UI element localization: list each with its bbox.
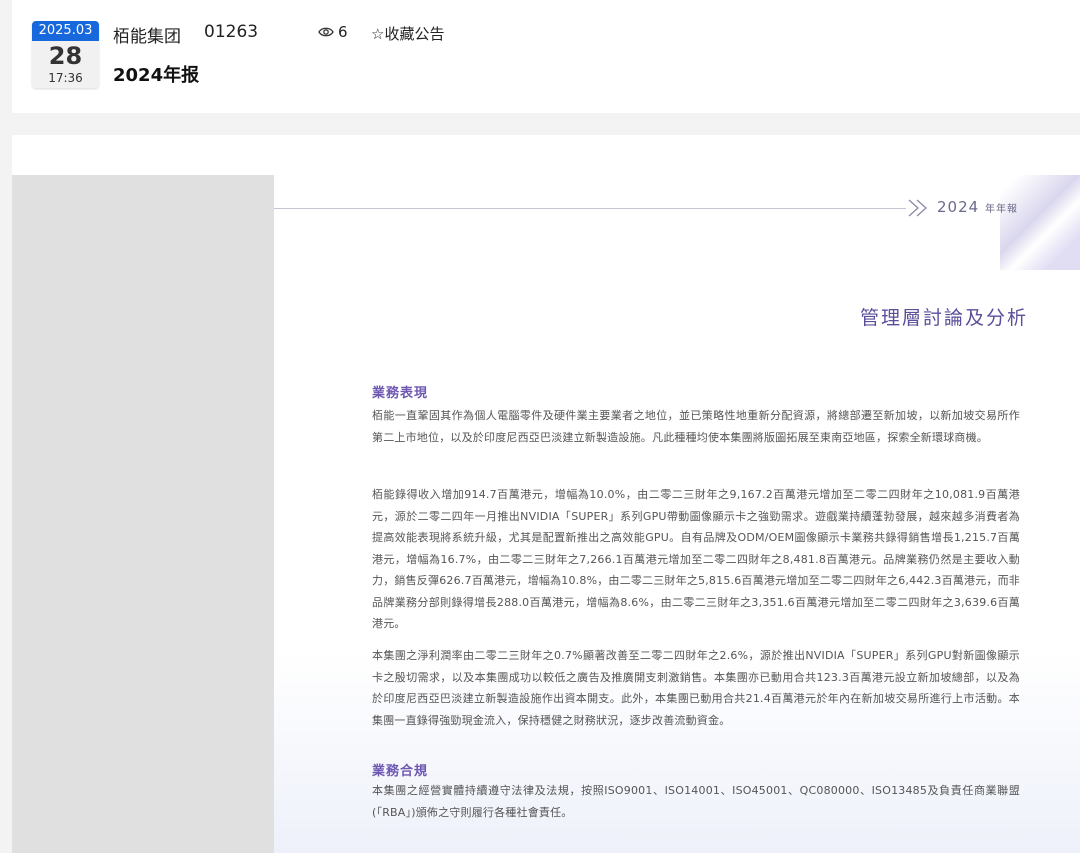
report-year-label: 2024 年年報 bbox=[937, 198, 1018, 216]
report-year: 2024 bbox=[937, 198, 980, 216]
header-divider bbox=[274, 208, 906, 209]
view-count-value: 6 bbox=[338, 23, 348, 41]
paragraph-3: 本集團之淨利潤率由二零二三財年之0.7%顯著改善至二零二四財年之2.6%，源於推… bbox=[372, 649, 1020, 727]
report-label: 年年報 bbox=[984, 204, 1018, 215]
paragraph-4: 本集團之經營實體持續遵守法律及法規，按照ISO9001、ISO14001、ISO… bbox=[372, 784, 1020, 819]
heading-business-performance: 業務表現 bbox=[372, 386, 429, 401]
decorative-ribbon bbox=[1000, 175, 1080, 270]
paragraph-2: 栢能錄得收入增加914.7百萬港元，增幅為10.0%，由二零二三財年之9,167… bbox=[372, 488, 1021, 630]
double-chevron-icon bbox=[908, 199, 927, 217]
section-title: 管理層討論及分析 bbox=[859, 307, 1028, 329]
favorite-button[interactable]: ☆收藏公告 bbox=[371, 23, 444, 44]
eye-icon bbox=[318, 27, 334, 37]
document-page: 2024 年年報 管理層討論及分析 業務表現 栢能一直鞏固其作為個人電腦零件及硬… bbox=[274, 175, 1080, 853]
stock-code[interactable]: 01263 bbox=[204, 22, 258, 42]
company-name[interactable]: 栢能集团 bbox=[113, 22, 181, 47]
heading-compliance: 業務合規 bbox=[372, 764, 429, 779]
paragraph-1: 栢能一直鞏固其作為個人電腦零件及硬件業主要業者之地位，並已策略性地重新分配資源，… bbox=[372, 409, 1020, 444]
date-month: 2025.03 bbox=[32, 21, 99, 41]
announcement-title: 2024年报 bbox=[113, 65, 200, 86]
view-count: 6 bbox=[318, 23, 348, 41]
date-day: 28 bbox=[48, 42, 83, 70]
favorite-label: ☆收藏公告 bbox=[371, 25, 445, 43]
document-viewer[interactable]: 2024 年年報 管理層討論及分析 業務表現 栢能一直鞏固其作為個人電腦零件及硬… bbox=[12, 135, 1080, 853]
date-time: 17:36 bbox=[48, 71, 83, 85]
date-badge: 2025.03 28 17:36 bbox=[32, 21, 99, 88]
viewer-margin bbox=[12, 175, 274, 853]
announcement-header: 2025.03 28 17:36 栢能集团 01263 6 ☆收藏公告 2024… bbox=[12, 0, 1080, 113]
